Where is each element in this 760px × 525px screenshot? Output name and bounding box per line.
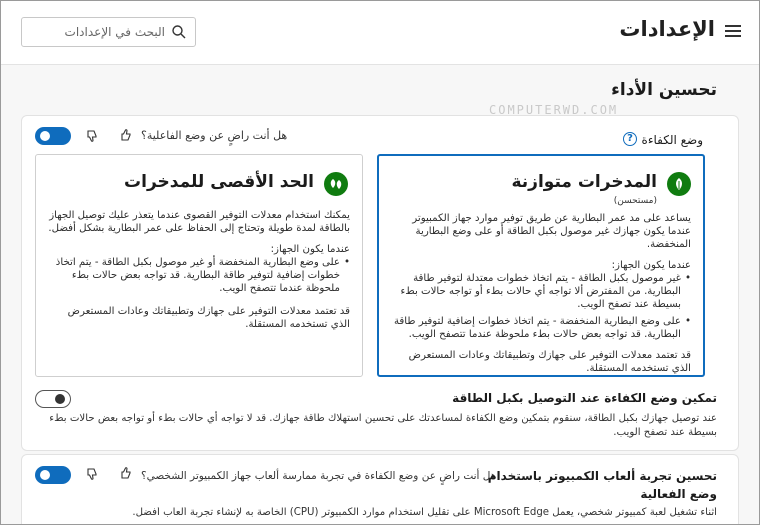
gaming-efficiency-description: أثناء تشغيل لعبة كمبيوتر شخصي، يعمل Micr…: [132, 507, 717, 518]
plugged-efficiency-description: عند توصيل جهازك بكبل الطاقة، سنقوم بتمكي…: [49, 413, 717, 438]
gaming-feedback-question: هل أنت راضٍ عن وضع الكفاءة في تجربة ممار…: [141, 470, 497, 482]
search-input[interactable]: [27, 22, 165, 42]
plugged-efficiency-title: تمكين وضع الكفاءة عند التوصيل بكبل الطاق…: [452, 391, 717, 405]
maximum-card-body: يمكنك استخدام معدلات التوفير القصوى عندم…: [48, 209, 350, 331]
thumbs-down-icon[interactable]: [85, 129, 99, 143]
maximum-footer: قد تعتمد معدلات التوفير على جهازك وتطبيق…: [67, 306, 350, 330]
balanced-bullet: غير موصول بكبل الطاقة - يتم اتخاذ خطوات …: [391, 272, 691, 311]
maximum-card-title: الحد الأقصى للمدخرات: [124, 172, 314, 192]
page-title: الإعدادات: [619, 17, 715, 41]
balanced-footer: قد تعتمد معدلات التوفير على جهازك وتطبيق…: [408, 350, 691, 374]
balanced-card-body: يساعد على مد عمر البطارية عن طريق توفير …: [391, 212, 691, 375]
efficiency-mode-label: وضع الكفاءة: [641, 133, 703, 147]
balanced-description: يساعد على مد عمر البطارية عن طريق توفير …: [412, 213, 691, 250]
balanced-bullet: على وضع البطارية المنخفضة - يتم اتخاذ خط…: [391, 315, 691, 341]
gaming-efficiency-title: تحسين تجربة ألعاب الكمبيوتر باستخدام وضع…: [487, 469, 717, 501]
thumbs-up-icon[interactable]: [119, 466, 133, 480]
plugged-efficiency-toggle[interactable]: [35, 390, 71, 408]
balanced-when-label: عندما يكون الجهاز:: [611, 260, 691, 271]
maximum-bullets: على وضع البطارية المنخفضة أو غير موصول ب…: [48, 256, 350, 295]
efficiency-feedback-question: هل أنت راضٍ عن وضع الفاعلية؟: [141, 129, 288, 142]
settings-window: الإعدادات تحسين الأداء COMPUTERWD.COM هل…: [0, 0, 760, 525]
maximum-bullet: على وضع البطارية المنخفضة أو غير موصول ب…: [48, 256, 350, 295]
balanced-card-title: المدخرات متوازنة: [511, 172, 657, 192]
leaf-icon: [667, 172, 691, 196]
search-icon: [172, 25, 186, 39]
maximum-savings-card[interactable]: الحد الأقصى للمدخرات يمكنك استخدام معدلا…: [35, 154, 363, 377]
gaming-efficiency-toggle[interactable]: [35, 466, 71, 484]
efficiency-mode-toggle[interactable]: [35, 127, 71, 145]
balanced-card-subtitle: (مستحسن): [613, 196, 657, 206]
section-title: تحسين الأداء: [611, 80, 717, 100]
header-bar: الإعدادات: [1, 1, 759, 65]
help-icon[interactable]: ?: [623, 132, 637, 146]
thumbs-down-icon[interactable]: [85, 467, 99, 481]
thumbs-up-icon[interactable]: [119, 128, 133, 142]
search-box[interactable]: [21, 17, 196, 47]
maximum-when-label: عندما يكون الجهاز:: [270, 244, 350, 255]
hamburger-menu-icon[interactable]: [725, 25, 741, 39]
balanced-bullets: غير موصول بكبل الطاقة - يتم اتخاذ خطوات …: [391, 272, 691, 341]
balanced-savings-card[interactable]: المدخرات متوازنة (مستحسن) يساعد على مد ع…: [377, 154, 705, 377]
maximum-description: يمكنك استخدام معدلات التوفير القصوى عندم…: [48, 210, 350, 234]
leaves-icon: [324, 172, 348, 196]
